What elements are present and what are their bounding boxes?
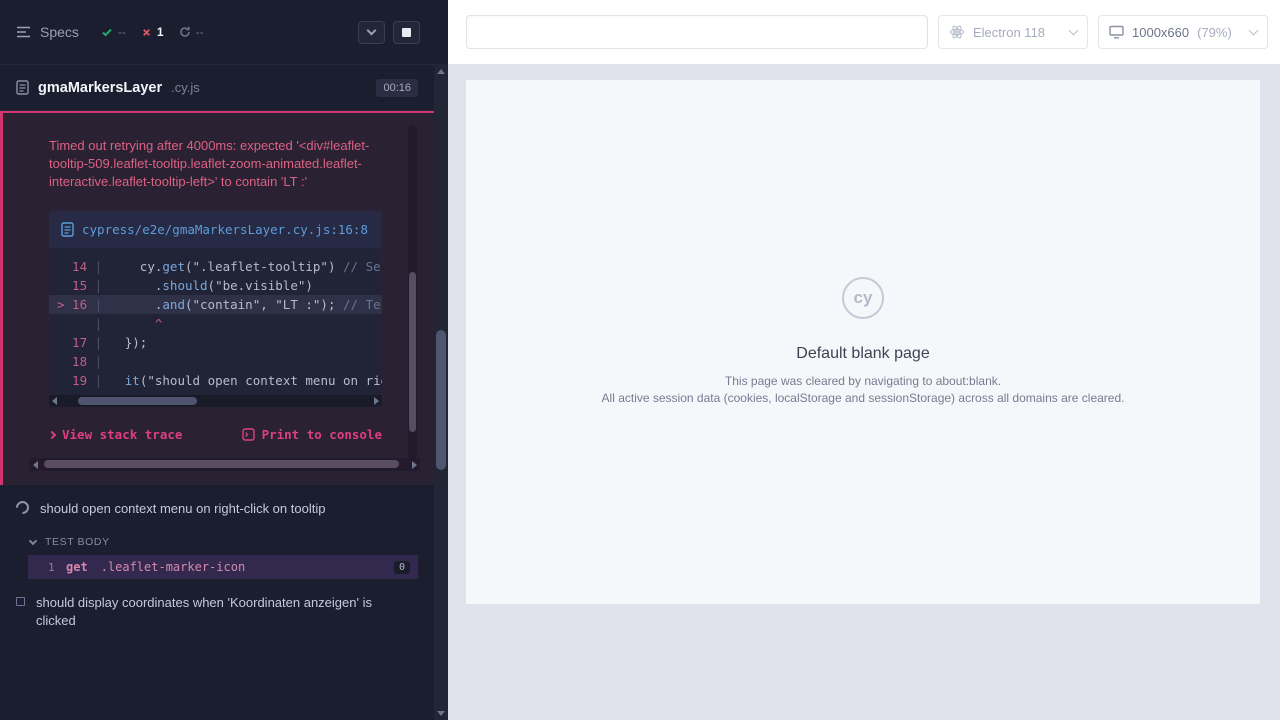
- electron-icon: [949, 24, 965, 40]
- chevron-right-icon: [48, 430, 56, 438]
- failed-count: 1: [157, 25, 164, 39]
- aut-iframe: cy Default blank page This page was clea…: [466, 80, 1260, 604]
- triangle-down-icon: [437, 711, 445, 716]
- reporter: Specs -- 1 --: [0, 0, 434, 720]
- stop-icon: [402, 28, 411, 37]
- error-actions: View stack trace Print to console: [49, 427, 382, 442]
- code-line: > 16 | .and("contain", "LT :"); // Test: [49, 295, 382, 314]
- error-horizontal-scrollbar[interactable]: [30, 458, 420, 471]
- stat-passed: --: [101, 25, 126, 39]
- reporter-panel: Specs -- 1 --: [0, 0, 448, 720]
- test-title: should display coordinates when 'Koordin…: [36, 594, 386, 630]
- scroll-right-icon[interactable]: [412, 461, 417, 469]
- chevron-down-icon: [1069, 26, 1079, 36]
- scroll-track[interactable]: [40, 458, 410, 471]
- spec-duration: 00:16: [376, 79, 418, 97]
- scroll-left-icon[interactable]: [52, 397, 57, 405]
- code-line: 15 | .should("be.visible"): [49, 276, 382, 295]
- code-line: 18 |: [49, 352, 382, 371]
- blank-page: cy Default blank page This page was clea…: [602, 277, 1125, 407]
- document-icon: [16, 80, 29, 95]
- queued-test-icon: [16, 597, 25, 606]
- test-stats: -- 1 --: [101, 25, 204, 39]
- triangle-up-icon: [437, 69, 445, 74]
- specs-menu-icon: [16, 26, 31, 38]
- viewport-icon: [1109, 25, 1124, 39]
- command-log-row[interactable]: 1 get .leaflet-marker-icon 0: [28, 555, 418, 579]
- cypress-logo: cy: [842, 277, 884, 319]
- browser-selector[interactable]: Electron 118: [938, 15, 1088, 49]
- test-title: should open context menu on right-click …: [40, 500, 325, 518]
- blank-page-title: Default blank page: [602, 345, 1125, 363]
- console-icon: [242, 428, 255, 441]
- code-lines: 14 | cy.get(".leaflet-tooltip") // Sele …: [49, 248, 382, 395]
- specs-button[interactable]: Specs: [16, 24, 79, 40]
- stop-button[interactable]: [393, 21, 420, 44]
- scroll-left-icon[interactable]: [33, 461, 38, 469]
- chevron-down-icon: [1249, 26, 1259, 36]
- aut-panel: Electron 118 1000x660 (79%) cy Default b…: [448, 0, 1280, 720]
- blank-page-message-2: All active session data (cookies, localS…: [602, 390, 1125, 407]
- code-frame-header: cypress/e2e/gmaMarkersLayer.cy.js:16:8: [49, 211, 382, 248]
- collapse-button[interactable]: [358, 21, 385, 44]
- url-input[interactable]: [466, 15, 928, 49]
- browser-label: Electron 118: [973, 25, 1045, 40]
- viewport-size: 1000x660: [1132, 25, 1189, 40]
- blank-page-message-1: This page was cleared by navigating to a…: [602, 373, 1125, 390]
- scroll-track[interactable]: [59, 395, 372, 407]
- spinner-icon: [13, 498, 31, 516]
- aut-backdrop: cy Default blank page This page was clea…: [448, 64, 1280, 720]
- test-body-section-toggle[interactable]: TEST BODY: [0, 525, 434, 555]
- scroll-thumb[interactable]: [44, 460, 399, 468]
- test-error-region: Timed out retrying after 4000ms: expecte…: [0, 111, 434, 485]
- code-line: | ^: [49, 314, 382, 333]
- refresh-icon: [179, 26, 191, 38]
- stack-trace-label: View stack trace: [62, 427, 182, 442]
- spec-extension: .cy.js: [171, 80, 200, 95]
- error-message: Timed out retrying after 4000ms: expecte…: [49, 137, 387, 191]
- aut-header: Electron 118 1000x660 (79%): [448, 0, 1280, 64]
- test-row-running[interactable]: should open context menu on right-click …: [0, 485, 434, 525]
- command-number: 1: [48, 561, 66, 574]
- reporter-header-actions: [358, 21, 420, 44]
- pending-count: --: [196, 25, 204, 39]
- specs-label: Specs: [40, 24, 79, 40]
- cypress-logo-text: cy: [854, 288, 873, 308]
- error-vertical-scrollbar[interactable]: [408, 125, 417, 459]
- code-frame-file-link[interactable]: cypress/e2e/gmaMarkersLayer.cy.js:16:8: [82, 221, 368, 238]
- viewport-scale: (79%): [1197, 25, 1232, 40]
- command-method: get: [66, 560, 88, 574]
- spec-name: gmaMarkersLayer: [38, 80, 162, 96]
- scroll-thumb[interactable]: [409, 272, 416, 432]
- viewport-selector[interactable]: 1000x660 (79%): [1098, 15, 1268, 49]
- check-icon: [101, 26, 113, 38]
- reporter-header: Specs -- 1 --: [0, 0, 434, 64]
- code-horizontal-scrollbar[interactable]: [49, 395, 382, 407]
- scroll-thumb[interactable]: [78, 397, 197, 405]
- command-count-badge: 0: [394, 561, 410, 574]
- test-body-label: TEST BODY: [45, 536, 110, 548]
- command-message: .leaflet-marker-icon: [101, 560, 246, 574]
- code-file-icon: [61, 222, 74, 237]
- spec-header[interactable]: gmaMarkersLayer .cy.js 00:16: [0, 64, 434, 111]
- print-console-label: Print to console: [262, 427, 382, 442]
- chevron-down-icon: [367, 26, 377, 36]
- scroll-down-button[interactable]: [434, 706, 448, 720]
- code-line: 19 | it("should open context menu on rig…: [49, 371, 382, 390]
- stat-pending: --: [179, 25, 204, 39]
- stat-failed: 1: [141, 25, 164, 39]
- chevron-down-icon: [29, 537, 37, 545]
- print-to-console-link[interactable]: Print to console: [242, 427, 382, 442]
- scroll-up-button[interactable]: [434, 64, 448, 78]
- code-frame: cypress/e2e/gmaMarkersLayer.cy.js:16:8 1…: [49, 211, 382, 407]
- passed-count: --: [118, 25, 126, 39]
- code-line: 17 | });: [49, 333, 382, 352]
- view-stack-trace-link[interactable]: View stack trace: [49, 427, 182, 442]
- test-row-queued[interactable]: should display coordinates when 'Koordin…: [0, 579, 434, 637]
- scroll-right-icon[interactable]: [374, 397, 379, 405]
- scroll-thumb[interactable]: [436, 330, 446, 470]
- reporter-scrollbar[interactable]: [434, 64, 448, 720]
- code-line: 14 | cy.get(".leaflet-tooltip") // Sele: [49, 257, 382, 276]
- cross-icon: [141, 27, 152, 38]
